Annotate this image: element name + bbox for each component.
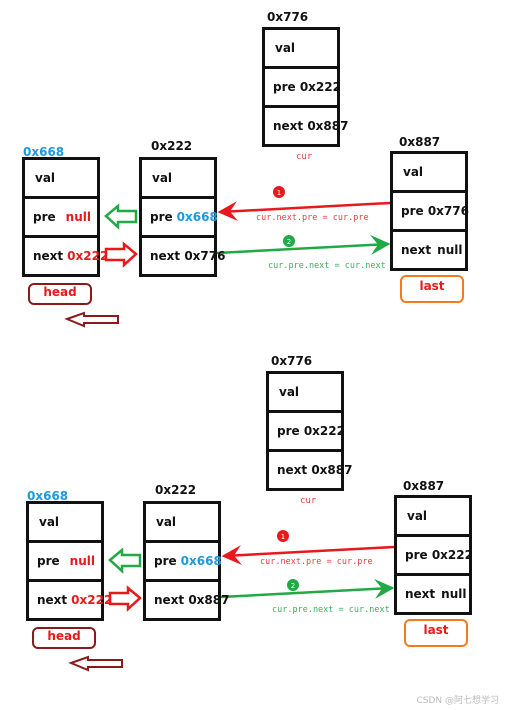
hollow-arrow-left-darkred: [68, 655, 123, 672]
hollow-arrow-left-green: [104, 203, 138, 230]
last-node: val pre 0x776 next null: [390, 151, 469, 271]
head-pre-value: null: [65, 210, 91, 224]
last-next-label: next: [405, 587, 436, 601]
diagram-panel-2: 1 2 0x776 val pre 0x222 next 0x887 cur 0…: [4, 344, 507, 694]
head-val: val: [25, 160, 97, 199]
last-next-value: null: [437, 243, 463, 257]
last-pre: pre 0x776: [393, 193, 469, 232]
last-next: next null: [393, 232, 465, 268]
mid-pre-value: 0x668: [176, 210, 218, 224]
last-node-address: 0x887: [403, 479, 445, 493]
cur-pre: pre 0x222: [269, 413, 345, 452]
cur-val: val: [269, 374, 341, 413]
last-next-label: next: [401, 243, 432, 257]
hollow-arrow-left-darkred: [64, 311, 119, 328]
step2-arrow: [220, 578, 395, 599]
mid-pre: pre 0x668: [146, 543, 222, 582]
step1-number: 1: [281, 533, 285, 541]
head-next-label: next: [37, 593, 68, 607]
last-node: val pre 0x222 next null: [394, 495, 473, 615]
head-pre: pre null: [29, 543, 101, 582]
last-val: val: [393, 154, 465, 193]
head-node: val pre null next 0x222: [22, 157, 108, 277]
head-pre-label: pre: [33, 210, 56, 224]
cur-node: val pre 0x222 next 0x887: [262, 27, 349, 147]
hollow-arrow-right-red: [104, 241, 138, 268]
head-pre-label: pre: [37, 554, 60, 568]
cur-node-address: 0x776: [271, 354, 313, 368]
head-next-label: next: [33, 249, 64, 263]
head-pre: pre null: [25, 199, 97, 238]
mid-node: val pre 0x668 next 0x776: [139, 157, 226, 277]
hollow-arrow-left-green: [108, 547, 142, 574]
watermark: CSDN @阿七想学习: [416, 696, 499, 706]
head-next: next 0x222: [25, 238, 108, 274]
mid-val: val: [142, 160, 214, 199]
last-val: val: [397, 498, 469, 537]
step2-number: 2: [291, 582, 295, 590]
head-val: val: [29, 504, 101, 543]
mid-pre: pre 0x668: [142, 199, 218, 238]
last-pre: pre 0x222: [397, 537, 473, 576]
cur-next: next 0x887: [277, 463, 353, 477]
step1-arrow: [221, 545, 395, 566]
diagram-panel-1: 1 2 0x776 val pre 0x222 next 0x887 cur 0…: [0, 0, 507, 350]
last-next: next null: [397, 576, 469, 612]
head-next: next 0x222: [29, 582, 112, 618]
cur-next: next 0x887: [273, 119, 349, 133]
head-node: val pre null next 0x222: [26, 501, 112, 621]
head-next-value: 0x222: [67, 249, 109, 263]
step1-arrow: [217, 201, 391, 222]
last-tag: last: [400, 275, 464, 303]
mid-node-address: 0x222: [151, 139, 193, 153]
head-tag: head: [32, 627, 96, 649]
mid-node: val pre 0x668 next 0x887: [143, 501, 230, 621]
cur-node: val pre 0x222 next 0x887: [266, 371, 353, 491]
cur-label: cur: [300, 496, 317, 506]
cur-label: cur: [296, 152, 313, 162]
last-node-address: 0x887: [399, 135, 441, 149]
head-pre-value: null: [69, 554, 95, 568]
step2-code: cur.pre.next = cur.next: [272, 605, 390, 615]
cur-val: val: [265, 30, 337, 69]
step2-code: cur.pre.next = cur.next: [268, 261, 386, 271]
step1-code: cur.next.pre = cur.pre: [256, 213, 369, 223]
cur-pre: pre 0x222: [265, 69, 341, 108]
step2-number: 2: [287, 238, 291, 246]
mid-next: next 0x776: [150, 249, 226, 263]
head-tag: head: [28, 283, 92, 305]
mid-pre-label: pre: [150, 210, 173, 224]
hollow-arrow-right-red: [108, 585, 142, 612]
mid-val: val: [146, 504, 218, 543]
mid-node-address: 0x222: [155, 483, 197, 497]
head-next-value: 0x222: [71, 593, 113, 607]
mid-next: next 0x887: [154, 593, 230, 607]
last-tag: last: [404, 619, 468, 647]
cur-node-address: 0x776: [267, 10, 309, 24]
step1-number: 1: [277, 189, 281, 197]
step2-arrow: [216, 234, 391, 255]
mid-pre-label: pre: [154, 554, 177, 568]
mid-pre-value: 0x668: [180, 554, 222, 568]
last-next-value: null: [441, 587, 467, 601]
step1-code: cur.next.pre = cur.pre: [260, 557, 373, 567]
diagram-canvas: CSDN @阿七想学习 1 2 0x776 val pre 0x222 next…: [0, 0, 507, 710]
